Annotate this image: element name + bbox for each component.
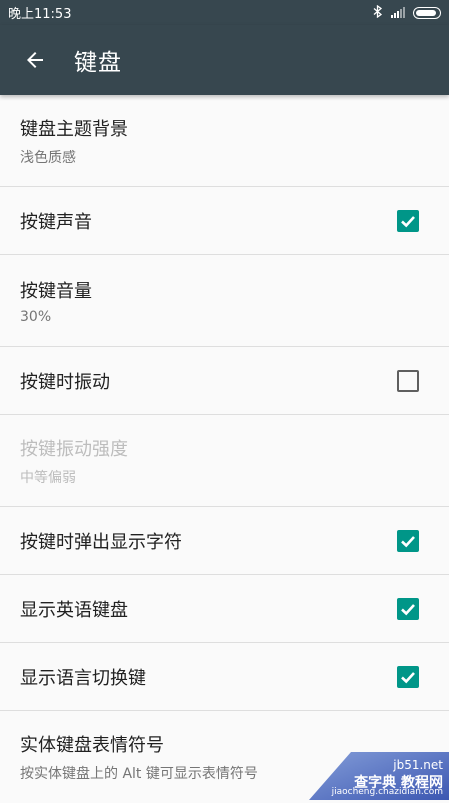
setting-title: 按键音量 [20, 280, 92, 302]
setting-key-sound[interactable]: 按键声音 [0, 187, 449, 255]
app-bar: 键盘 [0, 25, 449, 95]
setting-title: 按键时振动 [20, 371, 110, 393]
setting-summary: 30% [20, 308, 52, 325]
setting-summary: 中等偏弱 [20, 469, 76, 486]
battery-icon [413, 6, 441, 19]
bluetooth-icon [373, 4, 383, 21]
key-popup-checkbox[interactable] [397, 529, 419, 552]
setting-title: 按键振动强度 [20, 438, 128, 460]
setting-title: 显示英语键盘 [20, 599, 128, 621]
setting-title: 显示语言切换键 [20, 667, 146, 689]
setting-key-popup[interactable]: 按键时弹出显示字符 [0, 507, 449, 575]
watermark-url: jiaocheng.chazidian.com [331, 787, 443, 797]
status-bar: 晚上11:53 [0, 0, 449, 25]
setting-title: 键盘主题背景 [20, 118, 128, 140]
setting-keyboard-theme[interactable]: 键盘主题背景 浅色质感 [0, 95, 449, 187]
status-icons [373, 4, 441, 21]
setting-title: 按键声音 [20, 211, 92, 233]
english-keyboard-checkbox[interactable] [397, 597, 419, 620]
setting-key-vibrate[interactable]: 按键时振动 [0, 347, 449, 415]
setting-key-volume[interactable]: 按键音量 30% [0, 255, 449, 347]
setting-summary: 浅色质感 [20, 149, 76, 166]
status-time: 晚上11:53 [8, 7, 72, 22]
setting-vibrate-strength: 按键振动强度 中等偏弱 [0, 415, 449, 507]
language-switch-checkbox[interactable] [397, 665, 419, 688]
setting-title: 按键时弹出显示字符 [20, 531, 182, 553]
setting-english-keyboard[interactable]: 显示英语键盘 [0, 575, 449, 643]
signal-icon [391, 7, 405, 18]
setting-language-switch-key[interactable]: 显示语言切换键 [0, 643, 449, 711]
watermark-domain: jb51.net [393, 758, 443, 772]
page-title: 键盘 [74, 50, 122, 76]
arrow-left-icon[interactable] [22, 47, 48, 73]
key-sound-checkbox[interactable] [397, 209, 419, 232]
key-vibrate-checkbox[interactable] [397, 369, 419, 392]
settings-list: 键盘主题背景 浅色质感 按键声音 按键音量 30% 按键时振动 按键振动强度 中… [0, 95, 449, 803]
